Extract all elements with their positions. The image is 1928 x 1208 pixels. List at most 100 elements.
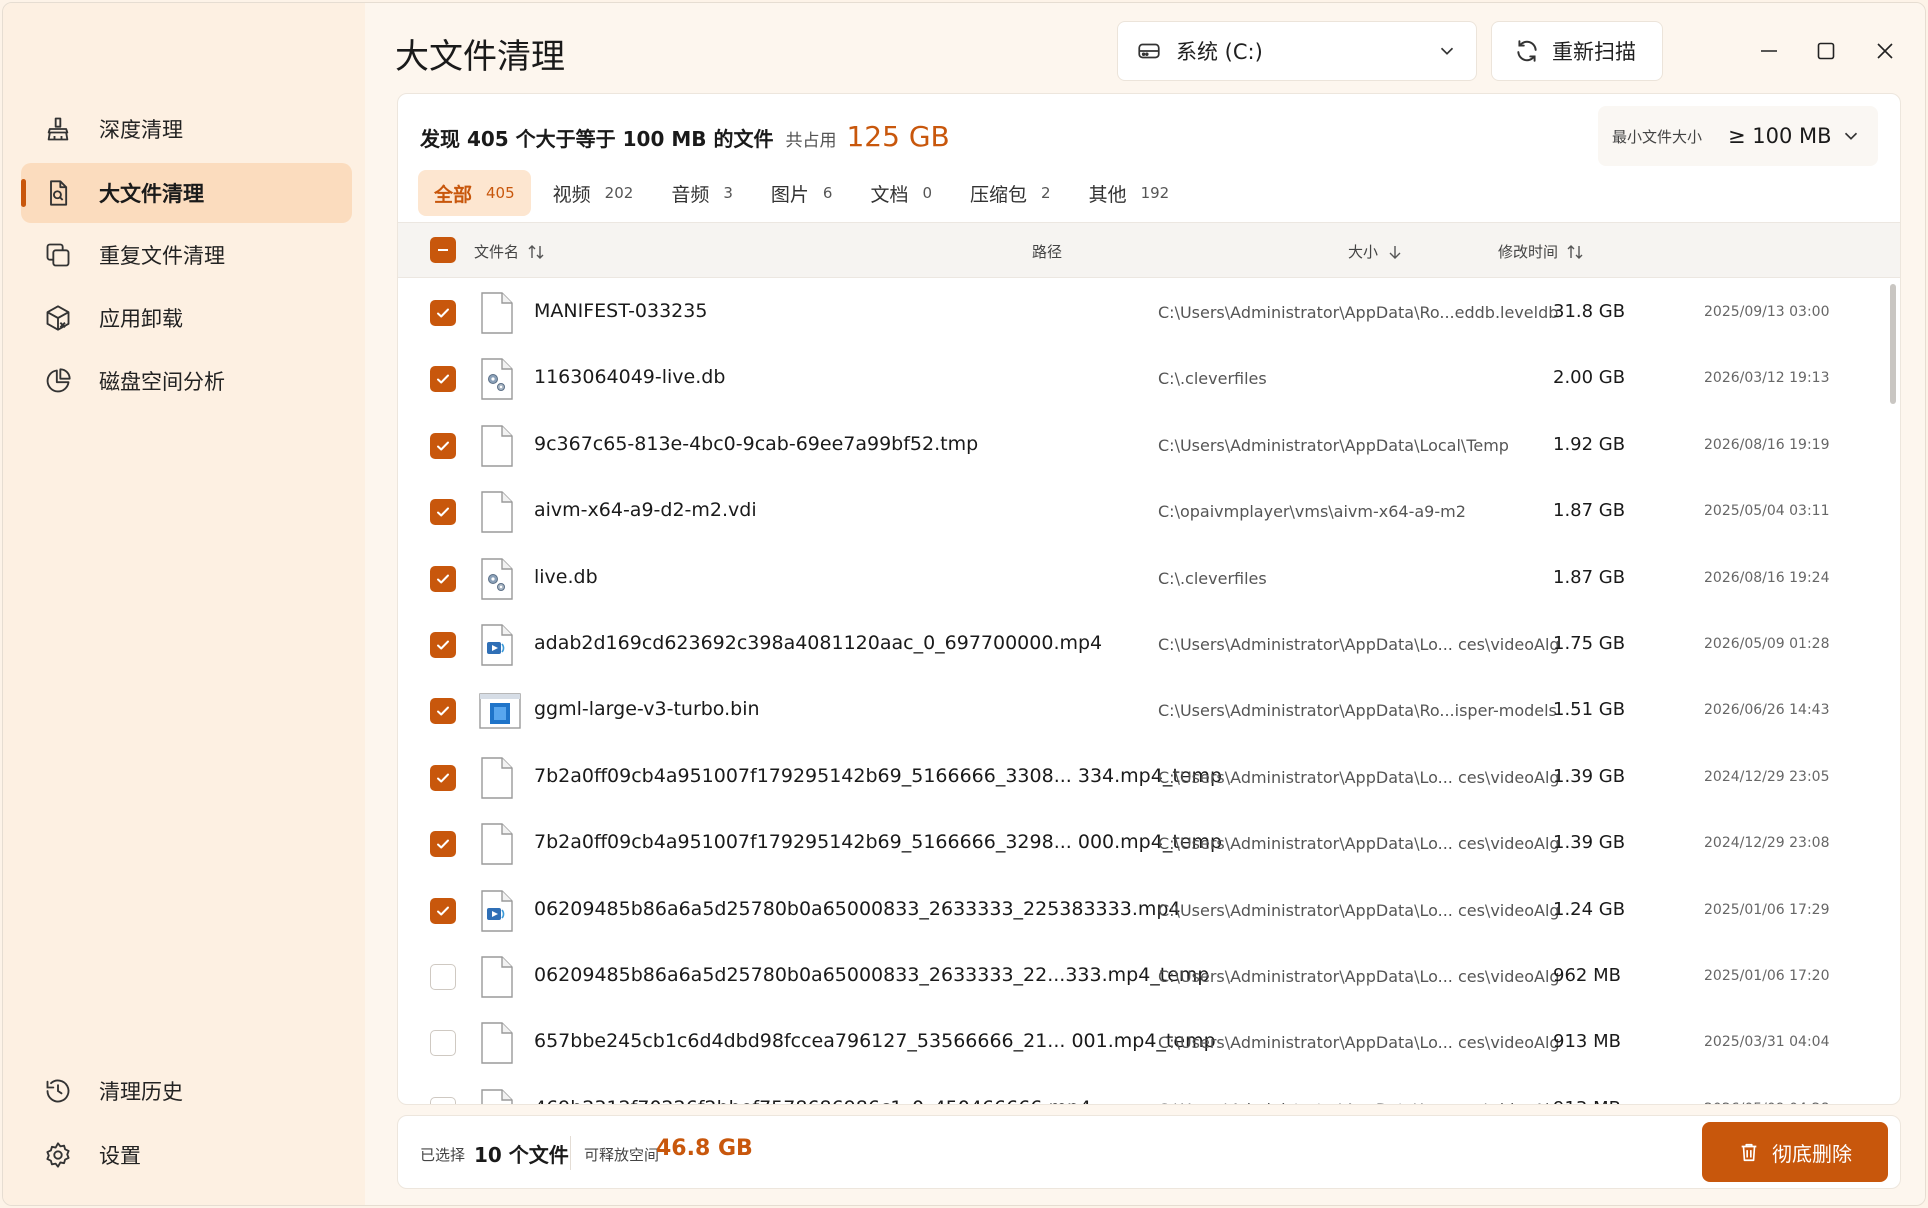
table-row[interactable]: 7b2a0ff09cb4a951007f179295142b69_5166666… [398, 745, 1900, 811]
row-checkbox[interactable] [430, 300, 456, 326]
maximize-icon [1817, 42, 1835, 60]
broom-icon [43, 114, 73, 144]
file-blank-icon [478, 956, 514, 998]
file-modified: 2025/09/13 03:00 [1704, 304, 1830, 320]
tab-count: 2 [1041, 184, 1051, 202]
rescan-button[interactable]: 重新扫描 [1491, 21, 1663, 81]
table-row[interactable]: MANIFEST-033235 C:\Users\Administrator\Ap… [398, 280, 1900, 346]
table-row[interactable]: 7b2a0ff09cb4a951007f179295142b69_5166666… [398, 811, 1900, 877]
sidebar-item-label: 磁盘空间分析 [99, 370, 225, 394]
file-path: C:\Users\Administrator\AppData\Ro...ispe… [1158, 701, 1557, 720]
tab-audio[interactable]: 音频 3 [655, 170, 749, 216]
file-blank-icon [478, 491, 514, 533]
file-path: C:\.cleverfiles [1158, 369, 1267, 388]
sidebar-item-disk-analysis[interactable]: 磁盘空间分析 [21, 351, 352, 411]
min-size-label: 最小文件大小 [1612, 127, 1703, 146]
file-size: 962 MB [1553, 965, 1621, 986]
check-icon [437, 308, 449, 318]
column-header-path[interactable]: 路径 [1032, 241, 1062, 262]
free-space-label: 可释放空间 [584, 1146, 660, 1164]
min-size-select[interactable]: 最小文件大小 ≥ 100 MB [1598, 106, 1878, 166]
column-label: 修改时间 [1498, 243, 1559, 261]
maximize-button[interactable] [1806, 31, 1846, 71]
file-size: 1.24 GB [1553, 899, 1626, 920]
file-list-panel: 发现 405 个大于等于 100 MB 的文件 共占用 125 GB 最小文件大… [397, 93, 1901, 1105]
tab-label: 图片 [770, 183, 809, 206]
column-header-size[interactable]: 大小 [1348, 241, 1404, 262]
sidebar-item-history[interactable]: 清理历史 [21, 1061, 352, 1121]
file-modified: 2025/03/31 04:04 [1704, 1034, 1830, 1050]
tab-images[interactable]: 图片 6 [755, 170, 849, 216]
table-row[interactable]: ggml-large-v3-turbo.bin C:\Users\Administ… [398, 678, 1900, 744]
row-checkbox[interactable] [430, 1030, 456, 1056]
file-name: 657bbe245cb1c6d4dbd98fccea796127_5356666… [534, 1030, 1216, 1052]
sidebar-item-duplicates[interactable]: 重复文件清理 [21, 225, 352, 285]
file-size: 1.92 GB [1553, 434, 1626, 455]
file-path: C:\Users\Administrator\AppData\Lo... ces… [1158, 834, 1560, 853]
row-checkbox[interactable] [430, 366, 456, 392]
table-row[interactable]: 469b2312f70226f2bbef7578686986c1_0_45046… [398, 1077, 1900, 1104]
table-row[interactable]: 06209485b86a6a5d25780b0a65000833_2633333… [398, 944, 1900, 1010]
table-row[interactable]: live.db C:\.cleverfiles 1.87 GB 2026/08/16 … [398, 546, 1900, 612]
select-all-checkbox[interactable] [430, 237, 456, 263]
minus-icon [438, 249, 448, 251]
file-size: 1.51 GB [1553, 699, 1626, 720]
tab-count: 202 [604, 184, 634, 202]
table-row[interactable]: 1163064049-live.db C:\.cleverfiles 2.00 GB… [398, 346, 1900, 412]
row-checkbox[interactable] [430, 433, 456, 459]
arrow-down-icon [1389, 245, 1401, 259]
column-header-name[interactable]: 文件名 [474, 241, 545, 262]
tab-video[interactable]: 视频 202 [537, 170, 650, 216]
table-row[interactable]: aivm-x64-a9-d2-m2.vdi C:\opaivmplayer\vms… [398, 479, 1900, 545]
row-checkbox[interactable] [430, 765, 456, 791]
copy-icon [43, 240, 73, 270]
row-checkbox[interactable] [430, 1097, 456, 1104]
row-checkbox[interactable] [430, 831, 456, 857]
tab-archives[interactable]: 压缩包 2 [954, 170, 1067, 216]
row-checkbox[interactable] [430, 964, 456, 990]
check-icon [437, 574, 449, 584]
file-config-icon [478, 358, 514, 400]
tab-label: 音频 [671, 183, 710, 206]
file-path: C:\Users\Administrator\AppData\Lo... ces… [1158, 768, 1560, 787]
file-name: 06209485b86a6a5d25780b0a65000833_2633333… [534, 964, 1210, 986]
file-blank-icon [478, 425, 514, 467]
table-row[interactable]: 06209485b86a6a5d25780b0a65000833_2633333… [398, 878, 1900, 944]
file-path: C:\Users\Administrator\AppData\Ro...eddb… [1158, 303, 1559, 322]
file-size: 1.39 GB [1553, 766, 1626, 787]
file-table-body: MANIFEST-033235 C:\Users\Administrator\Ap… [398, 280, 1900, 1104]
package-icon [43, 303, 73, 333]
scrollbar-thumb[interactable] [1890, 284, 1896, 404]
file-name: 469b2312f70226f2bbef7578686986c1_0_45046… [534, 1097, 1091, 1104]
tab-other[interactable]: 其他 192 [1073, 170, 1186, 216]
sidebar-item-settings[interactable]: 设置 [21, 1125, 352, 1185]
page-title: 大文件清理 [395, 37, 565, 77]
column-header-modified[interactable]: 修改时间 [1498, 241, 1584, 262]
row-checkbox[interactable] [430, 898, 456, 924]
row-checkbox[interactable] [430, 566, 456, 592]
file-modified: 2025/01/06 17:20 [1704, 968, 1830, 984]
file-path: C:\opaivmplayer\vms\aivm-x64-a9-m2 [1158, 502, 1466, 521]
row-checkbox[interactable] [430, 499, 456, 525]
sidebar-item-large-files[interactable]: 大文件清理 [21, 163, 352, 223]
sidebar-item-label: 清理历史 [99, 1080, 183, 1104]
occupy-label: 共占用 [785, 131, 837, 151]
drive-select-value: 系统 (C:) [1176, 40, 1263, 64]
row-checkbox[interactable] [430, 632, 456, 658]
row-checkbox[interactable] [430, 698, 456, 724]
tab-all[interactable]: 全部 405 [418, 170, 531, 216]
sidebar-item-label: 应用卸载 [99, 307, 183, 331]
table-row[interactable]: 9c367c65-813e-4bc0-9cab-69ee7a99bf52.tmp… [398, 413, 1900, 479]
minimize-button[interactable] [1749, 31, 1789, 71]
sidebar-item-uninstall[interactable]: 应用卸载 [21, 288, 352, 348]
delete-button[interactable]: 彻底删除 [1702, 1122, 1888, 1182]
tab-documents[interactable]: 文档 0 [854, 170, 948, 216]
table-row[interactable]: adab2d169cd623692c398a4081120aac_0_69770… [398, 612, 1900, 678]
tab-label: 文档 [870, 183, 909, 206]
sidebar-item-deep-clean[interactable]: 深度清理 [21, 99, 352, 159]
minimize-icon [1761, 50, 1777, 52]
selected-label: 已选择 [420, 1146, 466, 1164]
close-button[interactable] [1865, 31, 1905, 71]
table-row[interactable]: 657bbe245cb1c6d4dbd98fccea796127_5356666… [398, 1010, 1900, 1076]
drive-select[interactable]: 系统 (C:) [1117, 21, 1477, 81]
